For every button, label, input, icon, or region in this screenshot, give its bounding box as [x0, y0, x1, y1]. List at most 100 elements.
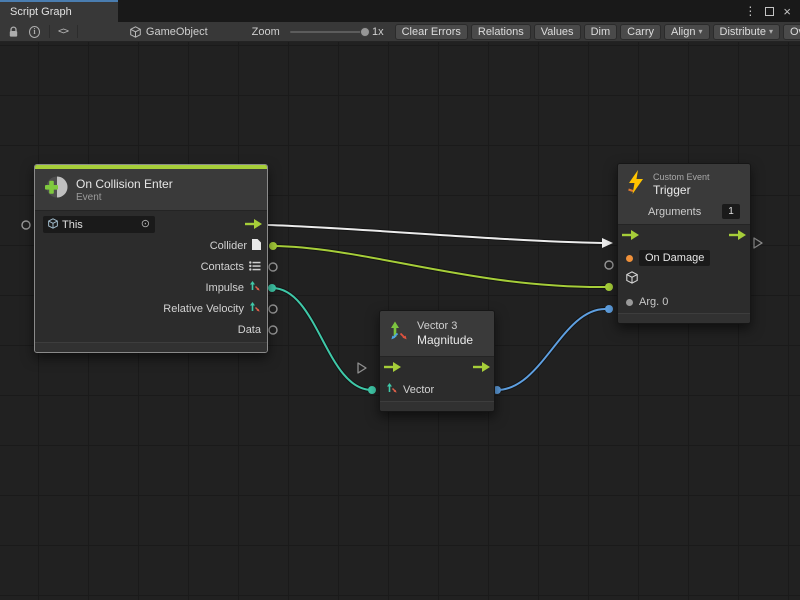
node-trigger-custom-event[interactable]: Custom Event Trigger Arguments 1 On Da [617, 163, 751, 324]
object-picker-icon[interactable]: ⊙ [141, 219, 150, 230]
port-label: Impulse [205, 282, 244, 294]
port-data-output[interactable] [269, 326, 277, 334]
port-event-target-input[interactable] [605, 283, 613, 291]
wire-magnitude-blue [493, 305, 613, 394]
window-tab-bar: Script Graph ⋮ × [0, 0, 800, 22]
list-icon [249, 258, 261, 276]
button-label: Carry [627, 25, 654, 39]
node-on-collision-enter[interactable]: On Collision Enter Event This ⊙ [34, 164, 268, 353]
port-arg0-input[interactable] [605, 305, 613, 313]
port-event-name-input[interactable] [605, 261, 613, 269]
vector3-icon [388, 320, 410, 347]
node-footer [35, 342, 267, 352]
port-relative-velocity-output[interactable] [269, 305, 277, 313]
event-name-field[interactable]: On Damage [639, 250, 710, 266]
zoom-slider[interactable] [290, 31, 364, 33]
zoom-slider-handle[interactable] [360, 27, 370, 37]
wire-collider-green [269, 242, 613, 291]
port-row-event-target[interactable] [618, 269, 750, 291]
port-label: Data [238, 324, 261, 336]
window-controls: ⋮ × [744, 0, 800, 22]
graph-canvas[interactable]: On Collision Enter Event This ⊙ [0, 42, 800, 600]
clear-errors-button[interactable]: Clear Errors [395, 24, 468, 40]
node-operation: Magnitude [417, 333, 473, 347]
window-menu-icon[interactable]: ⋮ [744, 5, 756, 17]
node-footer [380, 401, 494, 411]
toolbar-separator [77, 25, 78, 38]
collider-doc-icon [252, 237, 261, 255]
flow-output-arrow[interactable] [473, 359, 490, 377]
gameobject-icon [626, 271, 638, 289]
port-row-event-name[interactable]: On Damage [618, 247, 750, 269]
tab-script-graph[interactable]: Script Graph [0, 0, 118, 22]
graph-toolbar: i <> GameObject Zoom 1x Clear Errors Rel… [0, 22, 800, 42]
port-row-impulse[interactable]: Impulse [35, 277, 267, 298]
port-label: Relative Velocity [163, 303, 244, 315]
vector3-icon [386, 381, 398, 399]
vector3-icon [249, 279, 261, 297]
port-collider-output[interactable] [269, 242, 277, 250]
node-category: Custom Event [653, 172, 710, 182]
align-dropdown[interactable]: Align▾ [664, 24, 709, 40]
custom-event-icon [626, 169, 646, 200]
port-collision-target-input[interactable] [22, 221, 30, 229]
port-label: Vector [403, 384, 434, 396]
collision-event-icon [43, 174, 69, 205]
gameobject-icon [48, 218, 58, 232]
port-row-data[interactable]: Data [35, 319, 267, 340]
lock-icon[interactable] [8, 26, 19, 38]
gameobject-context[interactable]: GameObject [130, 26, 208, 38]
relations-button[interactable]: Relations [471, 24, 531, 40]
node-header[interactable]: On Collision Enter Event [35, 169, 267, 211]
flow-hint-triangle-left [358, 363, 366, 373]
flow-arrowhead [602, 238, 613, 248]
target-object-value: This [62, 219, 83, 231]
arg0-port-dot [626, 299, 633, 306]
button-label: Align [671, 25, 695, 39]
wire-impulse-teal [268, 284, 376, 394]
flow-output-arrow[interactable] [729, 227, 746, 245]
port-label: Collider [210, 240, 247, 252]
distribute-dropdown[interactable]: Distribute▾ [713, 24, 780, 40]
flow-input-arrow[interactable] [384, 359, 401, 377]
vector3-icon [249, 300, 261, 318]
port-row-collider[interactable]: Collider [35, 235, 267, 256]
node-title: Vector 3 [417, 320, 473, 332]
values-button[interactable]: Values [534, 24, 581, 40]
toolbar-buttons: Clear Errors Relations Values Dim Carry … [395, 24, 800, 40]
arguments-count-field[interactable]: 1 [722, 204, 740, 219]
port-row-relative-velocity[interactable]: Relative Velocity [35, 298, 267, 319]
port-row-arg0[interactable]: Arg. 0 [618, 291, 750, 313]
node-title: On Collision Enter [76, 177, 173, 191]
node-header[interactable]: Custom Event Trigger Arguments 1 [618, 164, 750, 225]
maximize-icon[interactable] [765, 7, 774, 16]
button-label: Distribute [720, 25, 766, 39]
target-object-field[interactable]: This ⊙ [43, 216, 155, 233]
flow-hint-triangle-right [754, 238, 762, 248]
node-title: Trigger [653, 183, 710, 197]
node-vector3-magnitude[interactable]: Vector 3 Magnitude [379, 310, 495, 412]
port-label: Arg. 0 [639, 296, 668, 308]
carry-button[interactable]: Carry [620, 24, 661, 40]
port-impulse-output[interactable] [268, 284, 276, 292]
info-icon[interactable]: i [29, 26, 40, 38]
port-row-contacts[interactable]: Contacts [35, 256, 267, 277]
close-icon[interactable]: × [783, 5, 791, 18]
button-label: Overview [790, 25, 800, 39]
port-contacts-output[interactable] [269, 263, 277, 271]
flow-input-arrow[interactable] [622, 227, 639, 245]
port-row-vector[interactable]: Vector [380, 379, 494, 401]
tab-label: Script Graph [10, 6, 72, 18]
flow-output-arrow[interactable] [245, 216, 262, 234]
toolbar-separator [49, 25, 50, 38]
button-label: Dim [591, 25, 611, 39]
gameobject-icon [130, 26, 141, 38]
wire-flow-white [268, 225, 613, 248]
overview-button[interactable]: Overview [783, 24, 800, 40]
node-header[interactable]: Vector 3 Magnitude [380, 311, 494, 357]
dim-button[interactable]: Dim [584, 24, 618, 40]
node-subtitle: Event [76, 192, 173, 203]
port-vector-input[interactable] [368, 386, 376, 394]
node-body: On Damage Arg. 0 [618, 225, 750, 313]
code-view-icon[interactable]: <> [58, 26, 68, 37]
